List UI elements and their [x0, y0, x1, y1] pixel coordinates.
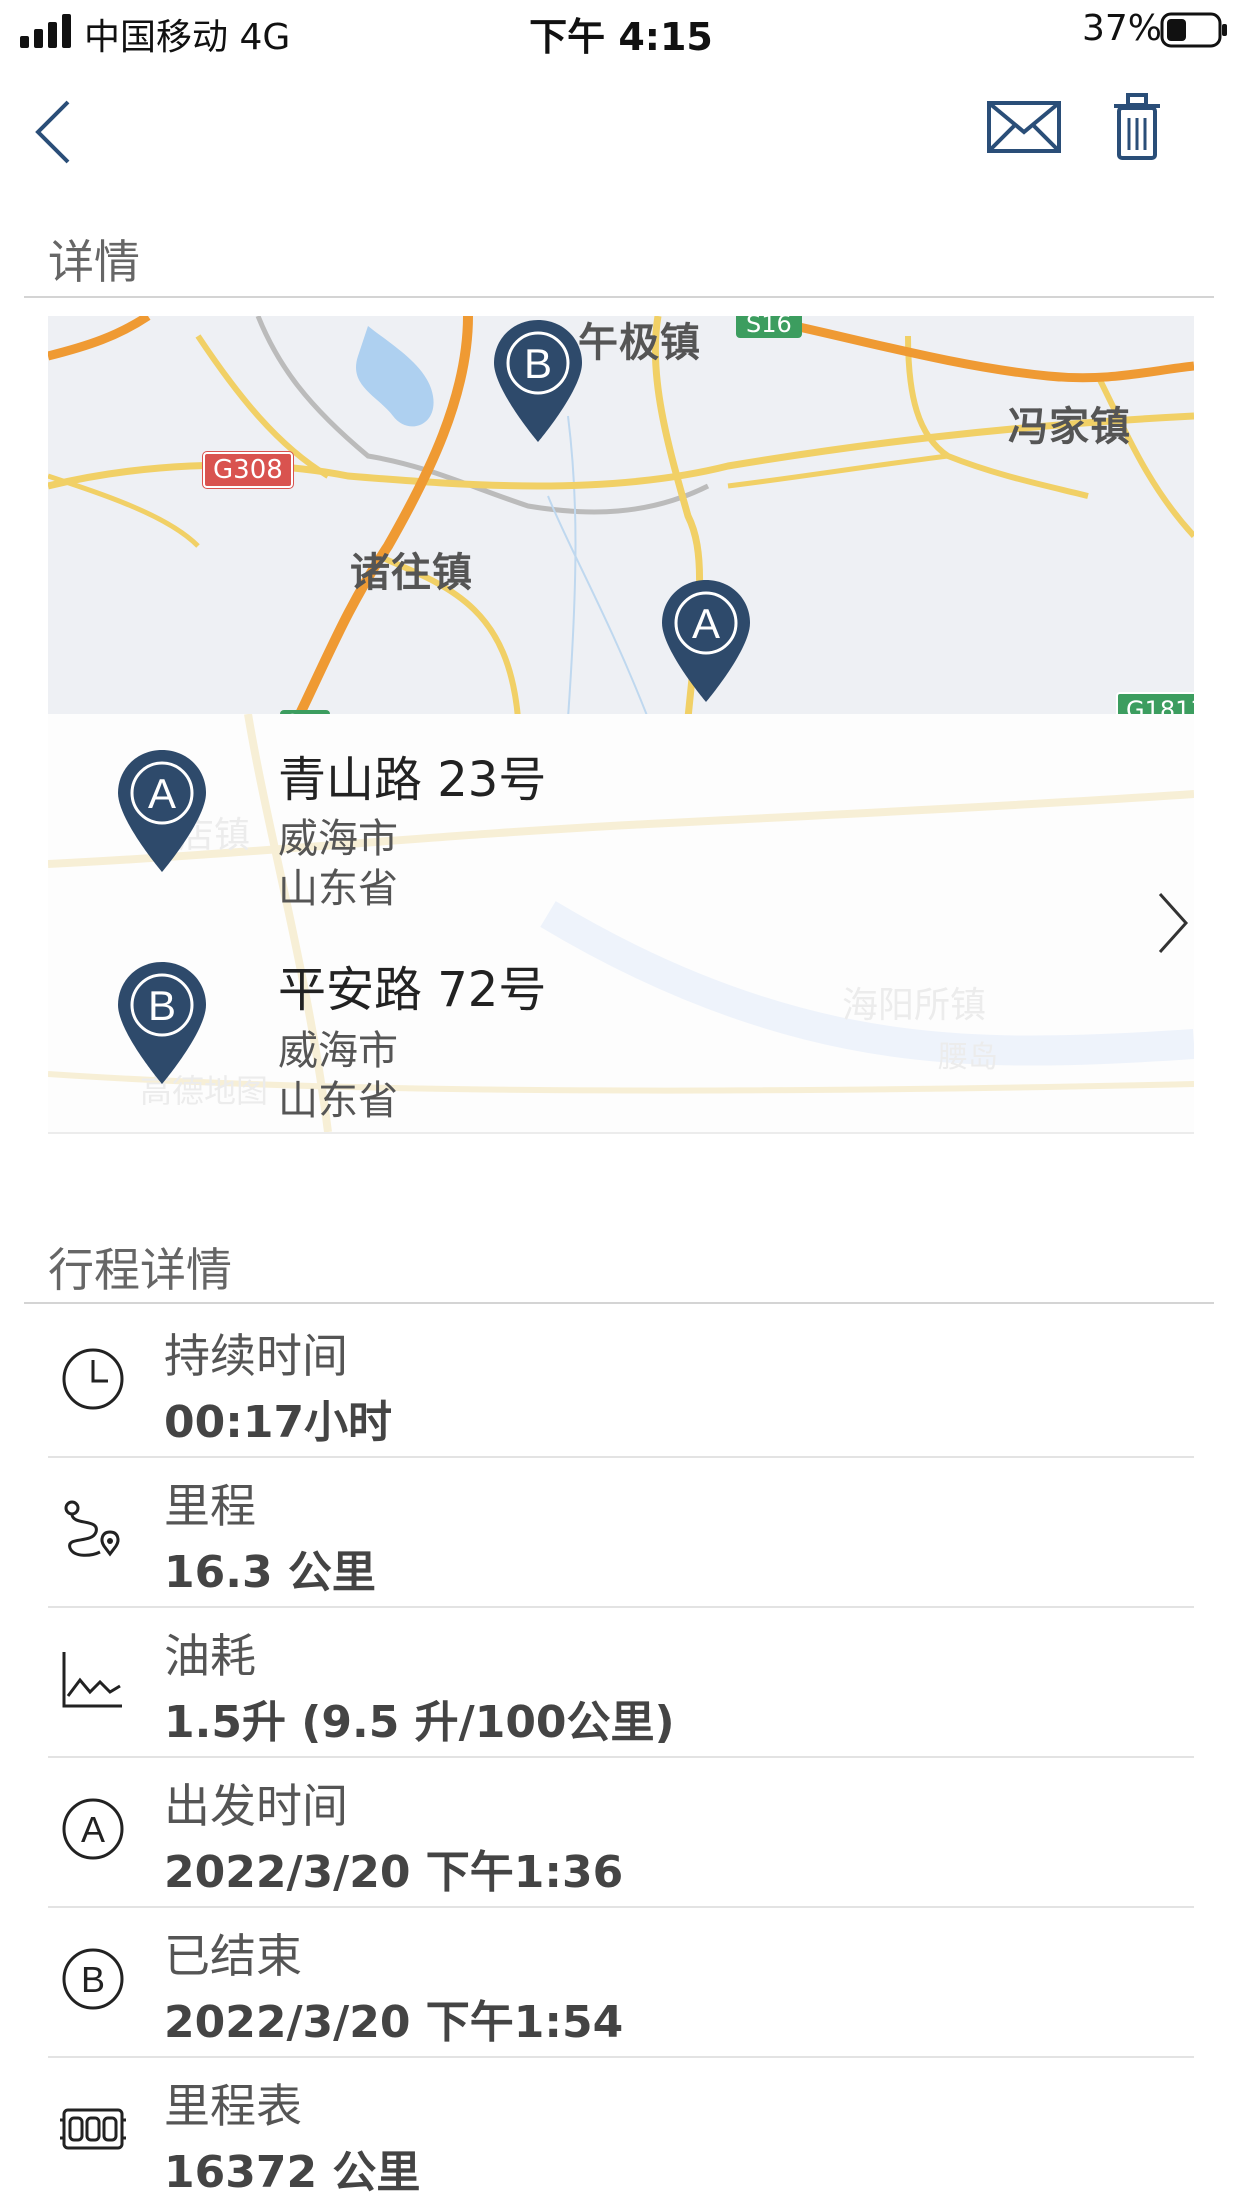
route-summary-card[interactable]: 石店镇 海阳所镇 腰岛 高德地图 A 青山路 23号 威海市 山东省 B 平安路… [48, 714, 1194, 1132]
map-label-town: 诸往镇 [350, 550, 473, 596]
stat-label: 出发时间 [164, 1779, 348, 1833]
map-marker-b-label: B [524, 340, 552, 387]
stat-value: 16372 公里 [164, 2147, 421, 2198]
stat-value: 16.3 公里 [164, 1547, 376, 1598]
delete-button[interactable] [1112, 92, 1162, 162]
end-street: 平安路 72号 [278, 962, 547, 1018]
end-marker-icon: B [118, 962, 206, 1084]
start-marker-label: A [148, 770, 176, 817]
clock-icon [62, 1348, 124, 1410]
stat-label: 油耗 [164, 1629, 256, 1683]
clock-time: 下午 4:15 [529, 15, 713, 59]
stat-label: 里程 [164, 1479, 256, 1533]
stat-label: 持续时间 [164, 1329, 348, 1383]
stat-row-start-time: A 出发时间 2022/3/20 下午1:36 [0, 1758, 1242, 1908]
start-marker-icon: A [118, 750, 206, 872]
stat-value: 1.5升 (9.5 升/100公里) [164, 1697, 675, 1748]
map-marker-b[interactable]: B [492, 318, 584, 444]
map-label-town: 冯家镇 [1008, 404, 1131, 450]
email-button[interactable] [986, 100, 1062, 156]
stat-value: 2022/3/20 下午1:36 [164, 1847, 624, 1898]
stat-row-distance: 里程 16.3 公里 [0, 1458, 1242, 1608]
fuel-chart-icon [62, 1652, 122, 1708]
divider [24, 1302, 1214, 1304]
trip-details-title: 行程详情 [48, 1243, 232, 1297]
start-a-icon-letter: A [81, 1809, 105, 1850]
map-label-town: 午极镇 [578, 320, 701, 366]
road-shield: S16 [736, 316, 802, 338]
stat-row-fuel: 油耗 1.5升 (9.5 升/100公里) [0, 1608, 1242, 1758]
end-province: 山东省 [278, 1078, 398, 1124]
end-b-icon-letter: B [81, 1959, 105, 2000]
route-icon [64, 1500, 120, 1557]
status-bar: 中国移动 4G 下午 4:15 37% [0, 0, 1242, 62]
map-roads [48, 316, 1194, 718]
start-province: 山东省 [278, 866, 398, 912]
map-faded-label: 腰岛 [938, 1040, 998, 1075]
divider [24, 296, 1214, 298]
start-a-icon: A [62, 1798, 124, 1860]
stat-row-duration: 持续时间 00:17小时 [0, 1308, 1242, 1458]
map-faded-label: 海阳所镇 [842, 985, 987, 1026]
stat-label: 已结束 [164, 1929, 302, 1983]
map-marker-a[interactable]: A [660, 578, 752, 704]
stat-row-odometer: 里程表 16372 公里 [0, 2058, 1242, 2208]
stat-value: 2022/3/20 下午1:54 [164, 1997, 624, 2048]
stat-value: 00:17小时 [164, 1397, 393, 1448]
start-street: 青山路 23号 [278, 752, 547, 808]
chevron-right-icon[interactable] [1156, 890, 1190, 956]
battery-icon [1160, 12, 1227, 48]
route-map[interactable]: 午极镇 冯家镇 诸往镇 乳山市 大孤山镇 G308 S16 G1813 S11 … [48, 316, 1194, 718]
odometer-icon [60, 2108, 126, 2150]
end-marker-label: B [148, 982, 176, 1029]
stat-row-end-time: B 已结束 2022/3/20 下午1:54 [0, 1908, 1242, 2058]
stat-label: 里程表 [164, 2079, 302, 2133]
battery-percent: 37% [1081, 8, 1162, 49]
back-button[interactable] [30, 96, 74, 168]
map-marker-a-label: A [692, 600, 720, 647]
divider [48, 1132, 1194, 1134]
details-title: 详情 [48, 235, 140, 289]
road-shield: G308 [202, 451, 294, 489]
end-b-icon: B [62, 1948, 124, 2010]
